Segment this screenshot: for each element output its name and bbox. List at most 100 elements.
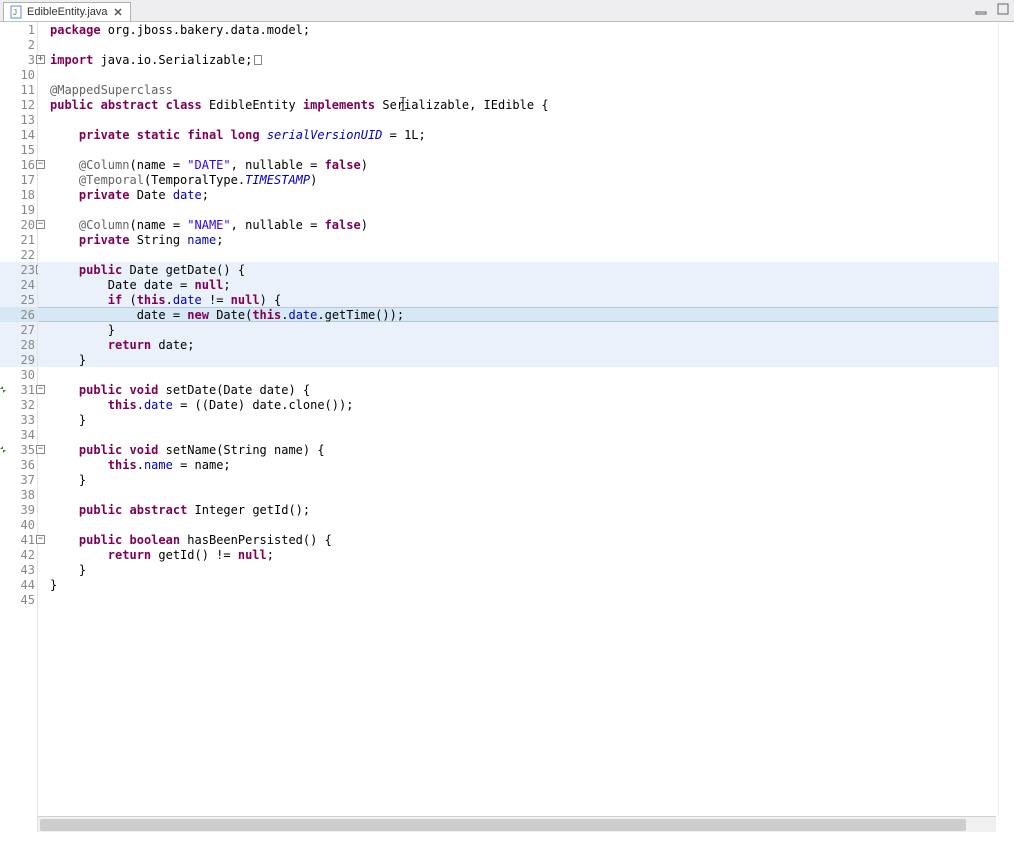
code-line[interactable] bbox=[50, 517, 1014, 532]
gutter-line[interactable]: 26 bbox=[0, 307, 37, 322]
code-line[interactable] bbox=[50, 67, 1014, 82]
code-line[interactable] bbox=[50, 592, 1014, 607]
collapsed-region-icon[interactable] bbox=[254, 55, 262, 65]
code-line[interactable] bbox=[50, 142, 1014, 157]
gutter-line[interactable]: 38 bbox=[0, 487, 37, 502]
gutter-line[interactable]: 43 bbox=[0, 562, 37, 577]
editor-area: 123+10111213141516−17181920−212223−24252… bbox=[0, 22, 1014, 832]
gutter-line[interactable]: 2 bbox=[0, 37, 37, 52]
gutter-line[interactable]: 23− bbox=[0, 262, 37, 277]
override-marker-icon[interactable] bbox=[0, 384, 9, 395]
gutter-line[interactable]: 1 bbox=[0, 22, 37, 37]
code-line[interactable]: public abstract Integer getId(); bbox=[50, 502, 1014, 517]
code-line[interactable]: } bbox=[50, 352, 1014, 367]
line-number: 31 bbox=[21, 383, 35, 397]
code-line[interactable]: public abstract class EdibleEntity imple… bbox=[50, 97, 1014, 112]
code-line[interactable] bbox=[50, 202, 1014, 217]
code-line[interactable]: private Date date; bbox=[50, 187, 1014, 202]
code-line[interactable]: private String name; bbox=[50, 232, 1014, 247]
code-line[interactable]: } bbox=[50, 472, 1014, 487]
code-line[interactable] bbox=[50, 427, 1014, 442]
line-number: 37 bbox=[21, 473, 35, 487]
line-number: 41 bbox=[21, 533, 35, 547]
code-line[interactable]: this.date = ((Date) date.clone()); bbox=[50, 397, 1014, 412]
gutter-line[interactable]: 37 bbox=[0, 472, 37, 487]
gutter-line[interactable]: 32 bbox=[0, 397, 37, 412]
line-number-gutter[interactable]: 123+10111213141516−17181920−212223−24252… bbox=[0, 22, 38, 832]
code-editor[interactable]: package org.jboss.bakery.data.model; impo… bbox=[38, 22, 1014, 832]
code-line[interactable]: if (this.date != null) { bbox=[50, 292, 1014, 307]
line-number: 43 bbox=[21, 563, 35, 577]
gutter-line[interactable]: 14 bbox=[0, 127, 37, 142]
code-line[interactable] bbox=[50, 112, 1014, 127]
gutter-line[interactable]: 33 bbox=[0, 412, 37, 427]
code-line[interactable]: this.name = name; bbox=[50, 457, 1014, 472]
gutter-line[interactable]: 31− bbox=[0, 382, 37, 397]
line-number: 10 bbox=[21, 68, 35, 82]
gutter-line[interactable]: 36 bbox=[0, 457, 37, 472]
code-line[interactable]: @Column(name = "NAME", nullable = false) bbox=[50, 217, 1014, 232]
gutter-line[interactable]: 29 bbox=[0, 352, 37, 367]
gutter-line[interactable]: 10 bbox=[0, 67, 37, 82]
horizontal-scrollbar[interactable] bbox=[38, 816, 996, 832]
gutter-line[interactable]: 13 bbox=[0, 112, 37, 127]
code-line[interactable]: package org.jboss.bakery.data.model; bbox=[50, 22, 1014, 37]
line-number: 16 bbox=[21, 158, 35, 172]
gutter-line[interactable]: 21 bbox=[0, 232, 37, 247]
gutter-line[interactable]: 20− bbox=[0, 217, 37, 232]
code-line[interactable] bbox=[50, 247, 1014, 262]
gutter-line[interactable]: 40 bbox=[0, 517, 37, 532]
code-line[interactable]: @MappedSuperclass bbox=[50, 82, 1014, 97]
gutter-line[interactable]: 35− bbox=[0, 442, 37, 457]
code-line[interactable]: } bbox=[50, 322, 1014, 337]
gutter-line[interactable]: 12 bbox=[0, 97, 37, 112]
code-line[interactable]: date = new Date(this.date.getTime()); bbox=[50, 307, 1014, 322]
code-line[interactable]: return getId() != null; bbox=[50, 547, 1014, 562]
overview-ruler[interactable] bbox=[998, 22, 1014, 816]
code-line[interactable]: public void setName(String name) { bbox=[50, 442, 1014, 457]
gutter-line[interactable]: 41− bbox=[0, 532, 37, 547]
gutter-line[interactable]: 19 bbox=[0, 202, 37, 217]
gutter-line[interactable]: 3+ bbox=[0, 52, 37, 67]
code-line[interactable]: Date date = null; bbox=[50, 277, 1014, 292]
text-cursor-icon bbox=[400, 97, 407, 111]
code-line[interactable] bbox=[50, 37, 1014, 52]
minimize-view-icon[interactable] bbox=[974, 2, 988, 16]
gutter-line[interactable]: 16− bbox=[0, 157, 37, 172]
code-line[interactable]: } bbox=[50, 562, 1014, 577]
close-icon[interactable] bbox=[113, 7, 124, 18]
gutter-line[interactable]: 42 bbox=[0, 547, 37, 562]
code-line[interactable]: } bbox=[50, 412, 1014, 427]
gutter-line[interactable]: 25 bbox=[0, 292, 37, 307]
code-line[interactable] bbox=[50, 487, 1014, 502]
line-number: 33 bbox=[21, 413, 35, 427]
override-marker-icon[interactable] bbox=[0, 444, 9, 455]
code-line[interactable]: } bbox=[50, 577, 1014, 592]
gutter-line[interactable]: 30 bbox=[0, 367, 37, 382]
line-number: 36 bbox=[21, 458, 35, 472]
code-line[interactable]: public Date getDate() { bbox=[50, 262, 1014, 277]
code-line[interactable]: @Column(name = "DATE", nullable = false) bbox=[50, 157, 1014, 172]
gutter-line[interactable]: 45 bbox=[0, 592, 37, 607]
gutter-line[interactable]: 24 bbox=[0, 277, 37, 292]
gutter-line[interactable]: 34 bbox=[0, 427, 37, 442]
maximize-view-icon[interactable] bbox=[996, 2, 1010, 16]
code-line[interactable]: import java.io.Serializable; bbox=[50, 52, 1014, 67]
code-line[interactable]: private static final long serialVersionU… bbox=[50, 127, 1014, 142]
gutter-line[interactable]: 18 bbox=[0, 187, 37, 202]
scrollbar-thumb[interactable] bbox=[40, 819, 966, 831]
code-line[interactable]: return date; bbox=[50, 337, 1014, 352]
code-line[interactable]: @Temporal(TemporalType.TIMESTAMP) bbox=[50, 172, 1014, 187]
gutter-line[interactable]: 15 bbox=[0, 142, 37, 157]
editor-tab-active[interactable]: J EdibleEntity.java bbox=[3, 2, 131, 21]
code-line[interactable]: public boolean hasBeenPersisted() { bbox=[50, 532, 1014, 547]
gutter-line[interactable]: 22 bbox=[0, 247, 37, 262]
code-line[interactable] bbox=[50, 367, 1014, 382]
gutter-line[interactable]: 11 bbox=[0, 82, 37, 97]
gutter-line[interactable]: 39 bbox=[0, 502, 37, 517]
code-line[interactable]: public void setDate(Date date) { bbox=[50, 382, 1014, 397]
gutter-line[interactable]: 28 bbox=[0, 337, 37, 352]
gutter-line[interactable]: 17 bbox=[0, 172, 37, 187]
gutter-line[interactable]: 27 bbox=[0, 322, 37, 337]
gutter-line[interactable]: 44 bbox=[0, 577, 37, 592]
